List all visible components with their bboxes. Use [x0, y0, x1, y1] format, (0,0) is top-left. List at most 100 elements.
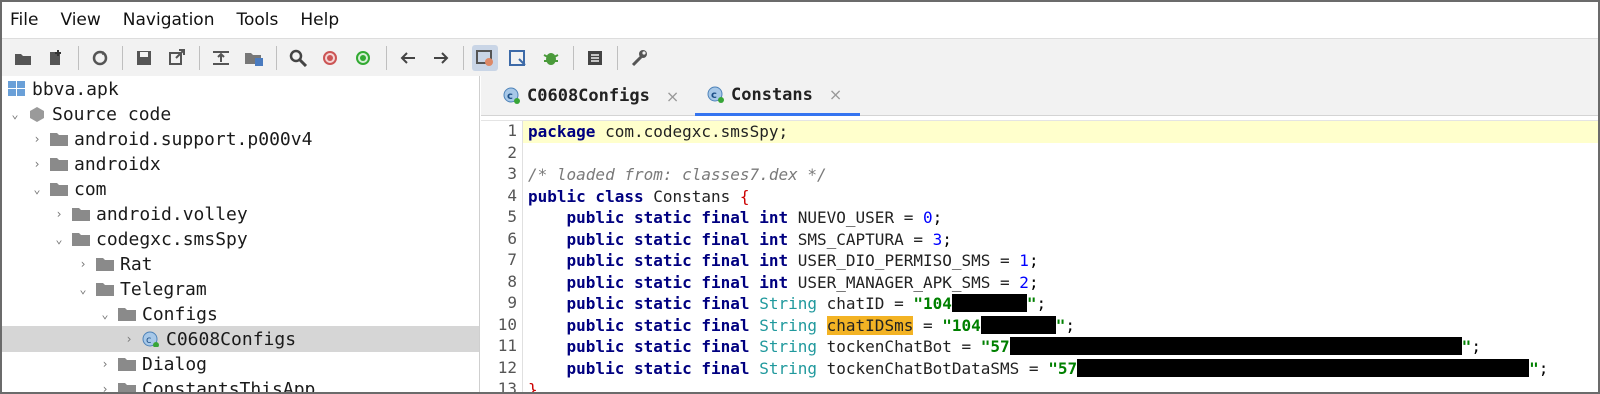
- close-icon[interactable]: ×: [666, 87, 679, 106]
- number-literal: 1: [1019, 251, 1029, 270]
- tab-c0608configs[interactable]: c C0608Configs ×: [503, 76, 693, 116]
- toolbar: [2, 38, 1598, 76]
- chevron-right-icon[interactable]: ›: [122, 332, 136, 346]
- open-package-icon[interactable]: [241, 45, 267, 71]
- tree-item-package[interactable]: › Rat: [2, 251, 479, 277]
- keyword: package: [528, 122, 596, 141]
- chevron-right-icon[interactable]: ›: [76, 257, 90, 271]
- sync-icon[interactable]: [87, 45, 113, 71]
- tree-item-label: codegxc.smsSpy: [96, 228, 248, 250]
- tree-item-package[interactable]: ⌄ codegxc.smsSpy: [2, 226, 479, 252]
- redaction-box: [1077, 358, 1530, 377]
- number-literal: 3: [932, 229, 943, 249]
- chevron-down-icon[interactable]: ⌄: [52, 232, 66, 246]
- app-window: File View Navigation Tools Help bbva.apk…: [0, 0, 1600, 394]
- chevron-down-icon[interactable]: ⌄: [76, 282, 90, 296]
- menu-bar: File View Navigation Tools Help: [2, 2, 1598, 38]
- package-icon: [50, 183, 68, 196]
- tree-item-package[interactable]: ⌄ Telegram: [2, 276, 479, 302]
- tree-item-label: Rat: [120, 253, 153, 275]
- package-icon: [72, 233, 90, 246]
- number-literal: 0: [922, 208, 933, 227]
- tree-item-apk[interactable]: bbva.apk: [2, 76, 479, 102]
- chevron-right-icon[interactable]: ›: [98, 382, 112, 392]
- menu-navigation[interactable]: Navigation: [123, 10, 215, 30]
- package-icon: [118, 308, 136, 321]
- redaction-box: [951, 294, 1027, 312]
- quick-tabs-icon[interactable]: [505, 45, 531, 71]
- search-icon[interactable]: [285, 45, 311, 71]
- menu-view[interactable]: View: [60, 10, 100, 30]
- modifiers: public static final: [566, 272, 750, 292]
- semicolon: ;: [1538, 358, 1549, 378]
- tree-item-source-code[interactable]: ⌄ Source code: [2, 101, 479, 127]
- toolbar-separator: [463, 45, 464, 70]
- toolbar-separator: [573, 45, 574, 70]
- tree-item-package[interactable]: › androidx: [2, 151, 479, 177]
- preferences-wrench-icon[interactable]: [626, 45, 652, 71]
- back-arrow-icon[interactable]: [395, 45, 421, 71]
- code-line-9: public static final String chatID = "104…: [523, 293, 1598, 315]
- string-quote: ": [1055, 315, 1066, 335]
- tree-item-label: ConstantsThisApp: [142, 378, 316, 394]
- open-file-icon[interactable]: [10, 45, 36, 71]
- log-icon[interactable]: [582, 45, 608, 71]
- field-decl: tockenChatBotDataSMS =: [817, 358, 1049, 378]
- tree-item-package[interactable]: ⌄ com: [2, 176, 479, 202]
- tab-constans[interactable]: c Constans ×: [695, 76, 860, 116]
- field-decl: USER_MANAGER_APK_SMS =: [788, 272, 1020, 292]
- chevron-right-icon[interactable]: ›: [52, 207, 66, 221]
- forward-arrow-icon[interactable]: [428, 45, 454, 71]
- decompile-mode-icon[interactable]: [472, 44, 498, 71]
- code-line-3: /* loaded from: classes7.dex */: [523, 164, 1598, 186]
- line-number: 3: [507, 164, 517, 183]
- tree-item-package[interactable]: › android.volley: [2, 201, 479, 227]
- tree-item-package[interactable]: ⌄ Configs: [2, 301, 479, 327]
- line-number: 2: [507, 142, 517, 162]
- line-number: 13: [497, 379, 517, 394]
- class-icon: c: [707, 86, 724, 103]
- tree-item-package[interactable]: › Dialog: [2, 351, 479, 377]
- keyword: public class: [528, 186, 644, 206]
- class-icon: c: [503, 87, 520, 104]
- modifiers: public static final: [566, 337, 750, 356]
- line-number: 4: [507, 185, 517, 205]
- export-icon[interactable]: [164, 45, 190, 71]
- package-name: com.codegxc.smsSpy;: [595, 122, 789, 141]
- save-icon[interactable]: [131, 45, 157, 71]
- line-number: 7: [507, 250, 517, 269]
- line-number: 8: [507, 271, 517, 291]
- code-editor[interactable]: 1 2 3 4 5 6 7 8 9 10 11 12 13 package co…: [481, 120, 1598, 394]
- modifiers: public static final: [566, 251, 750, 270]
- chevron-down-icon[interactable]: ⌄: [98, 307, 112, 321]
- tree-item-package[interactable]: › android.support.p000v4: [2, 126, 479, 152]
- chevron-down-icon[interactable]: ⌄: [8, 107, 22, 121]
- close-icon[interactable]: ×: [829, 85, 842, 104]
- menu-help[interactable]: Help: [300, 10, 339, 30]
- string-literal: "57: [1048, 358, 1078, 378]
- find-class-icon[interactable]: [318, 45, 344, 71]
- field-decl: USER_DIO_PERMISO_SMS =: [788, 251, 1020, 270]
- find-usage-icon[interactable]: [351, 45, 377, 71]
- chevron-right-icon[interactable]: ›: [98, 357, 112, 371]
- toolbar-separator: [199, 45, 200, 70]
- line-number: 10: [497, 314, 517, 334]
- debug-bug-icon[interactable]: [538, 45, 564, 71]
- chevron-right-icon[interactable]: ›: [30, 157, 44, 171]
- tree-item-package[interactable]: › ConstantsThisApp: [2, 376, 479, 394]
- sync-tree-icon[interactable]: [208, 45, 234, 71]
- field-decl: SMS_CAPTURA =: [788, 229, 933, 249]
- tree-item-class-selected[interactable]: › c C0608Configs: [2, 326, 479, 352]
- chevron-down-icon[interactable]: ⌄: [30, 182, 44, 196]
- menu-file[interactable]: File: [10, 10, 38, 30]
- search-highlight: chatIDSms: [826, 315, 914, 335]
- source-code-icon: [30, 107, 44, 122]
- semicolon: ;: [1036, 294, 1047, 313]
- tree-item-label: bbva.apk: [32, 78, 119, 100]
- type: String: [759, 358, 817, 378]
- modifiers: public static final: [566, 315, 750, 335]
- semicolon: ;: [1028, 272, 1039, 292]
- menu-tools[interactable]: Tools: [237, 10, 279, 30]
- chevron-right-icon[interactable]: ›: [30, 132, 44, 146]
- add-files-icon[interactable]: [43, 45, 69, 71]
